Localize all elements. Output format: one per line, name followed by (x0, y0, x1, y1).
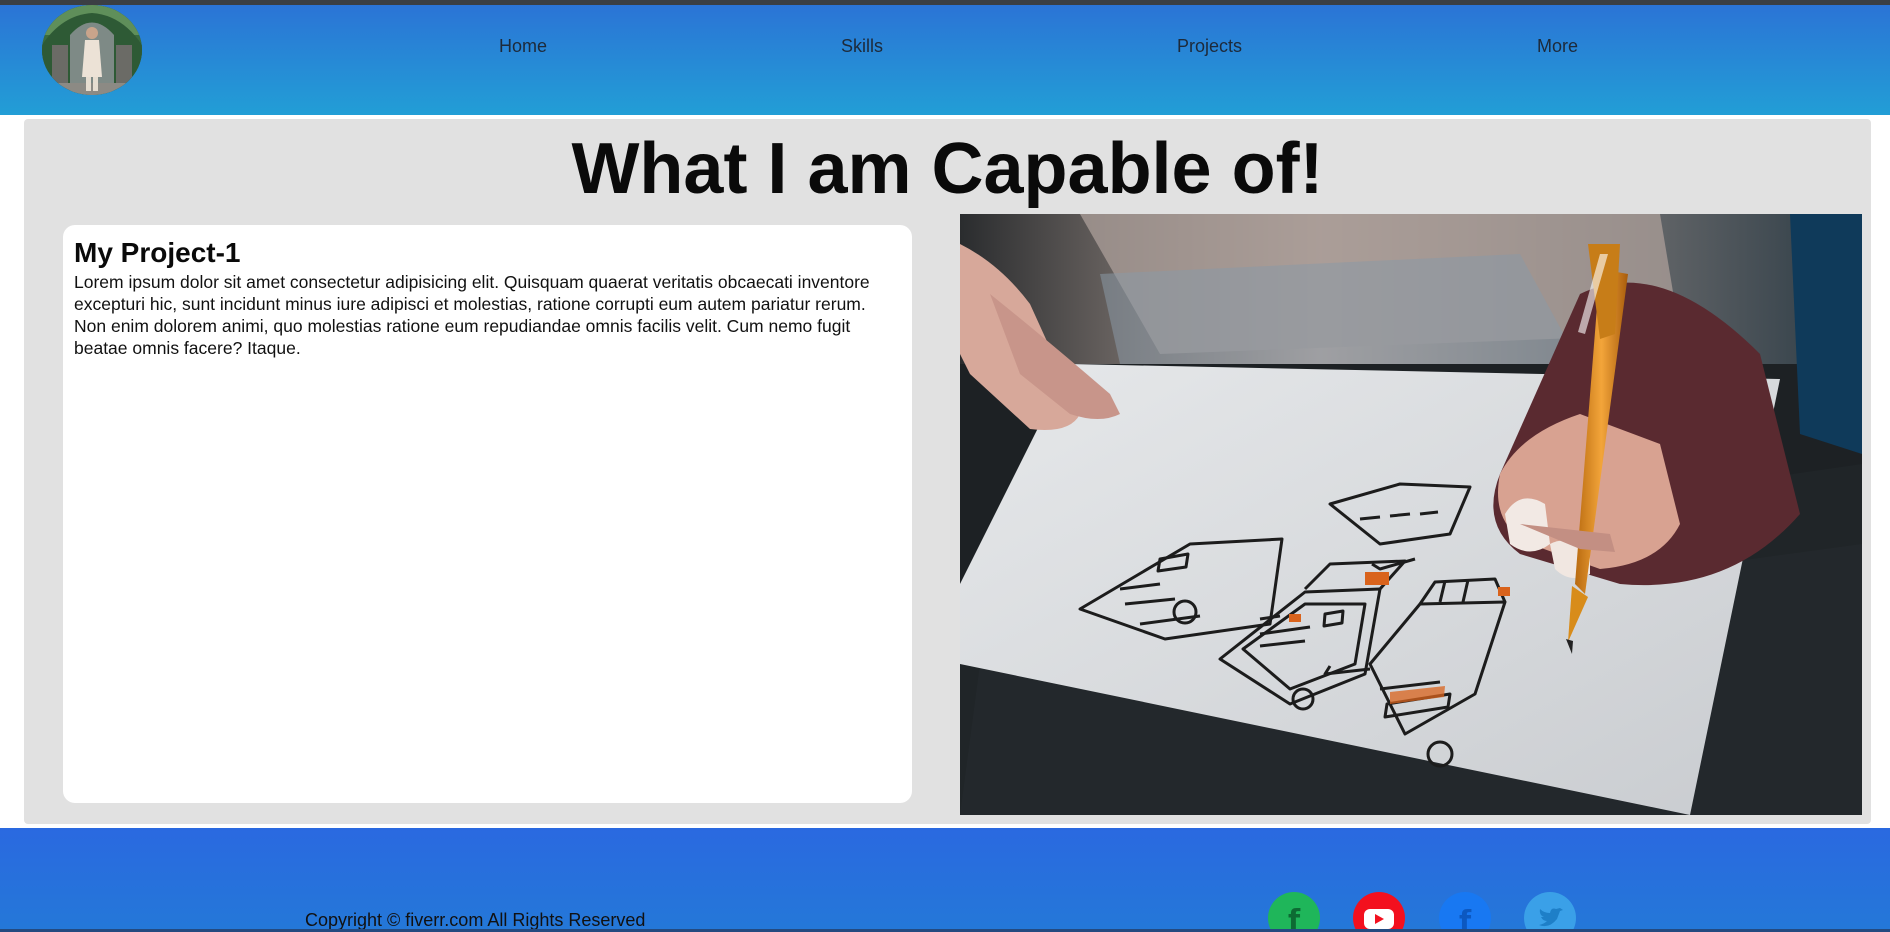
site-footer: Copyright © fiverr.com All Rights Reserv… (0, 828, 1890, 932)
project-card: My Project-1 Lorem ipsum dolor sit amet … (63, 225, 912, 803)
svg-text:f: f (1288, 903, 1301, 932)
nav-home-link[interactable]: Home (499, 36, 547, 57)
nav-projects-link[interactable]: Projects (1177, 36, 1242, 57)
capabilities-section: What I am Capable of! My Project-1 Lorem… (24, 119, 1871, 824)
site-header: Home Skills Projects More (0, 5, 1890, 115)
profile-photo-icon (42, 5, 142, 95)
twitter-icon[interactable] (1524, 892, 1576, 932)
copyright-text: Copyright © fiverr.com All Rights Reserv… (305, 910, 646, 930)
nav-more-link[interactable]: More (1537, 36, 1578, 57)
page-title: What I am Capable of! (571, 129, 1324, 209)
fiverr-icon[interactable]: f (1268, 892, 1320, 932)
youtube-icon[interactable] (1353, 892, 1405, 932)
project-image (960, 214, 1862, 815)
avatar[interactable] (42, 5, 142, 95)
wireframe-sketch-icon (960, 214, 1862, 815)
project-description: Lorem ipsum dolor sit amet consectetur a… (74, 272, 870, 358)
facebook-icon[interactable]: f (1439, 892, 1491, 932)
nav-skills-link[interactable]: Skills (841, 36, 883, 57)
svg-text:f: f (1459, 904, 1472, 932)
project-title: My Project-1 (74, 237, 241, 268)
